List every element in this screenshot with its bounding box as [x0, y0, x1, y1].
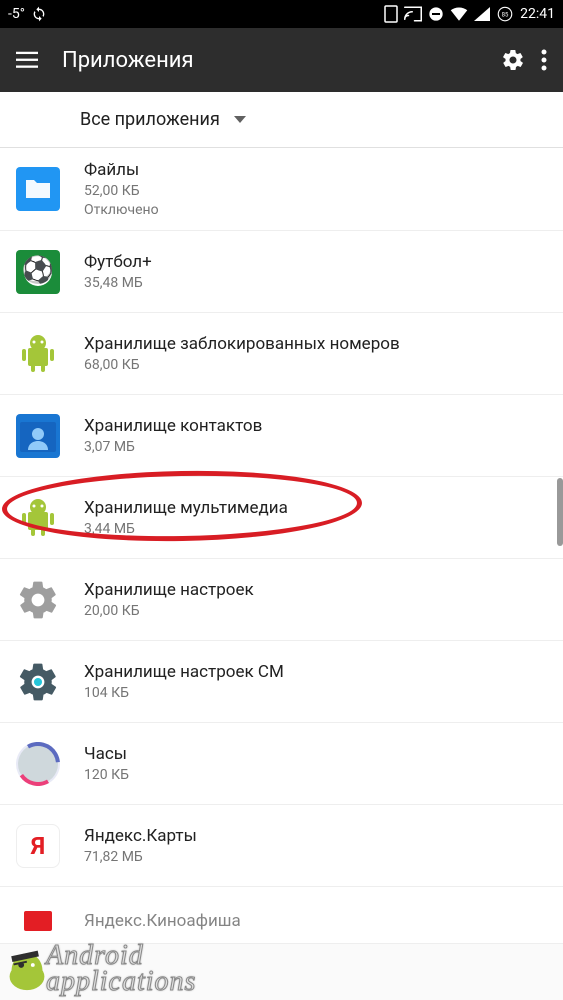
app-status: Отключено — [84, 202, 159, 218]
files-icon — [16, 167, 60, 211]
app-name: Часы — [84, 744, 129, 764]
gear-icon[interactable] — [501, 48, 525, 72]
app-item-yandex-kino[interactable]: Яндекс.Киноафиша — [0, 887, 563, 944]
kino-icon — [16, 899, 60, 943]
watermark-line2: applications — [46, 969, 196, 996]
gear-icon — [16, 578, 60, 622]
app-name: Хранилище мультимедиа — [84, 498, 288, 518]
yandex-icon — [16, 824, 60, 868]
football-icon — [16, 250, 60, 294]
contacts-icon — [16, 414, 60, 458]
status-bar: -5° 85 22:41 — [0, 0, 563, 28]
app-name: Хранилище настроек CM — [84, 662, 284, 682]
app-bar: Приложения — [0, 28, 563, 92]
app-item-media-storage[interactable]: Хранилище мультимедиа 3,44 МБ — [0, 477, 563, 559]
gear-dark-icon — [16, 660, 60, 704]
app-size: 20,00 КБ — [84, 603, 254, 619]
app-name: Футбол+ — [84, 252, 152, 272]
watermark-line1: Android — [46, 943, 196, 970]
portrait-icon — [384, 5, 398, 23]
app-name: Хранилище контактов — [84, 416, 262, 436]
app-size: 104 КБ — [84, 685, 284, 701]
filter-dropdown[interactable]: Все приложения — [0, 92, 563, 148]
app-item-settings-storage[interactable]: Хранилище настроек 20,00 КБ — [0, 559, 563, 641]
cast-icon — [404, 6, 422, 22]
temperature: -5° — [8, 6, 25, 22]
do-not-disturb-icon — [428, 6, 444, 22]
status-right: 85 22:41 — [384, 5, 555, 23]
app-item-cm-settings-storage[interactable]: Хранилище настроек CM 104 КБ — [0, 641, 563, 723]
app-name: Яндекс.Киноафиша — [84, 911, 241, 931]
app-list: Файлы 52,00 КБ Отключено Футбол+ 35,48 М… — [0, 148, 563, 944]
clock-time: 22:41 — [520, 6, 555, 22]
app-size: 3,07 МБ — [84, 439, 262, 455]
watermark-text: Android applications — [46, 943, 196, 996]
app-name: Файлы — [84, 160, 159, 180]
scroll-indicator[interactable] — [557, 478, 563, 546]
watermark-pirate-icon — [0, 936, 56, 994]
android-icon — [16, 496, 60, 540]
app-item-clock[interactable]: Часы 120 КБ — [0, 723, 563, 805]
signal-icon — [474, 7, 490, 21]
battery-icon: 85 — [496, 5, 514, 23]
hamburger-icon[interactable] — [16, 51, 38, 69]
app-item-football[interactable]: Футбол+ 35,48 МБ — [0, 231, 563, 313]
app-size: 68,00 КБ — [84, 357, 400, 373]
android-icon — [16, 332, 60, 376]
app-item-blocked-numbers-storage[interactable]: Хранилище заблокированных номеров 68,00 … — [0, 313, 563, 395]
app-item-yandex-maps[interactable]: Яндекс.Карты 71,82 МБ — [0, 805, 563, 887]
app-item-files[interactable]: Файлы 52,00 КБ Отключено — [0, 148, 563, 231]
app-size: 52,00 КБ — [84, 183, 159, 199]
filter-label: Все приложения — [80, 109, 220, 130]
app-size: 35,48 МБ — [84, 275, 152, 291]
app-size: 71,82 МБ — [84, 849, 197, 865]
app-name: Хранилище настроек — [84, 580, 254, 600]
clock-icon — [16, 742, 60, 786]
app-name: Хранилище заблокированных номеров — [84, 334, 400, 354]
app-item-contacts-storage[interactable]: Хранилище контактов 3,07 МБ — [0, 395, 563, 477]
app-name: Яндекс.Карты — [84, 826, 197, 846]
status-left: -5° — [8, 6, 47, 22]
wifi-icon — [450, 7, 468, 21]
app-size: 120 КБ — [84, 767, 129, 783]
app-size: 3,44 МБ — [84, 521, 288, 537]
svg-text:85: 85 — [502, 11, 509, 18]
page-title: Приложения — [62, 48, 477, 73]
chevron-down-icon — [234, 116, 246, 124]
more-icon[interactable] — [541, 49, 547, 71]
refresh-icon — [31, 6, 47, 22]
